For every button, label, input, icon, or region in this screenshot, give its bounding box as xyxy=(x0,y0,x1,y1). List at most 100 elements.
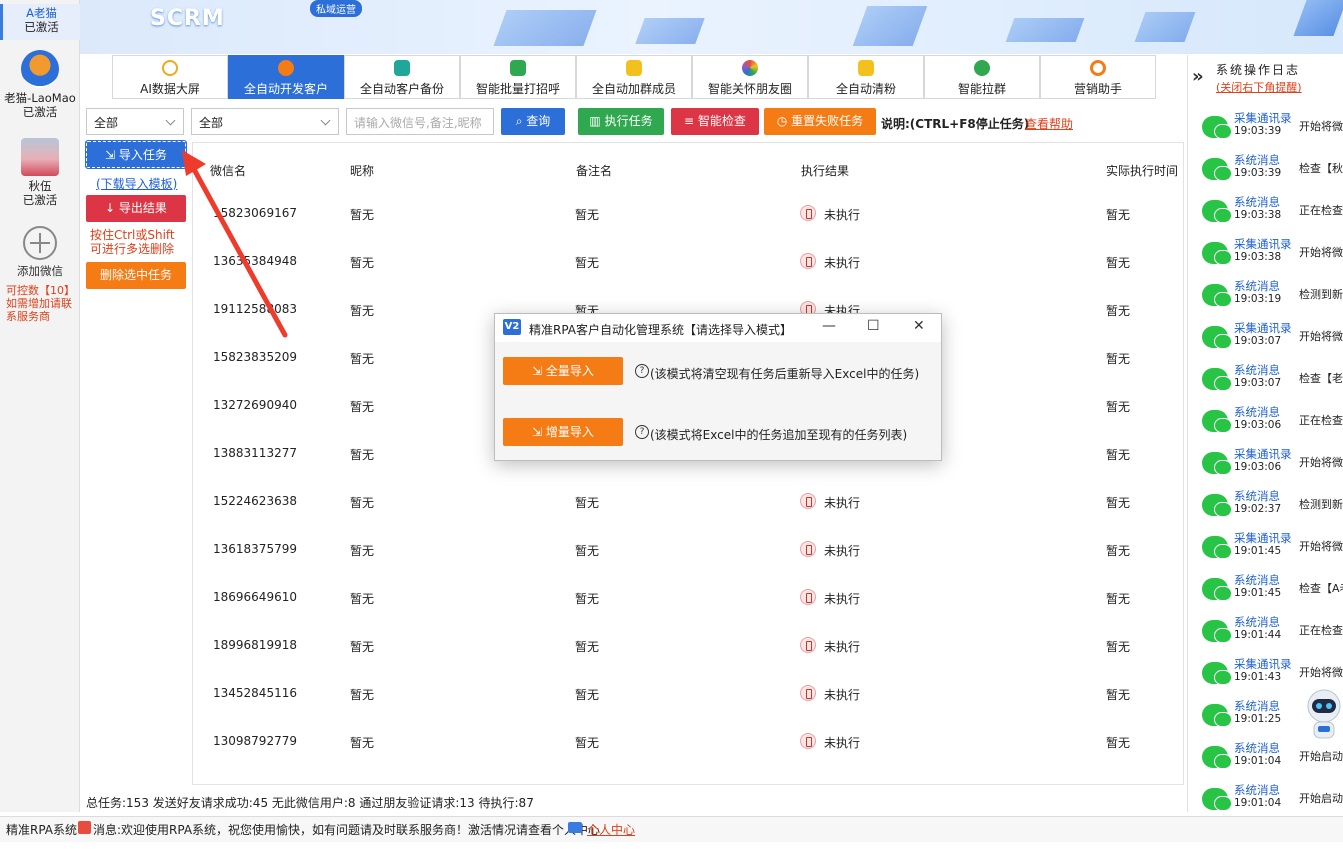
chat-icon xyxy=(510,60,526,76)
group-icon xyxy=(974,60,990,76)
log-time: 19:03:06 xyxy=(1234,461,1282,473)
minimize-icon[interactable]: — xyxy=(822,318,836,334)
table-row[interactable]: 13098792779 暂无 暂无 未执行 暂无 xyxy=(193,733,1183,782)
table-row[interactable]: 13635384948 暂无 暂无 未执行 暂无 xyxy=(193,253,1183,302)
column-header-exec-time[interactable]: 实际执行时间 xyxy=(1106,162,1178,179)
column-header-nickname[interactable]: 昵称 xyxy=(350,162,374,179)
execute-task-button[interactable]: ▥ 执行任务 xyxy=(578,108,664,135)
cell-exec-time: 暂无 xyxy=(1106,256,1131,270)
add-wechat-button[interactable]: 添加微信 xyxy=(0,226,80,278)
query-button[interactable]: ⌕ 查询 xyxy=(501,108,565,135)
export-result-button[interactable]: ↓ 导出结果 xyxy=(86,195,186,222)
log-time: 19:03:06 xyxy=(1234,419,1282,431)
cell-nickname: 暂无 xyxy=(350,640,375,654)
tab-auto-backup[interactable]: 全自动客户备份 xyxy=(344,55,460,99)
log-time: 19:03:38 xyxy=(1234,251,1282,263)
table-row[interactable]: 13618375799 暂无 暂无 未执行 暂无 xyxy=(193,541,1183,590)
log-time: 19:03:39 xyxy=(1234,125,1282,137)
log-item: 系统消息 19:03:19 检测到新 xyxy=(1190,276,1343,318)
cell-wechat-name: 13452845116 xyxy=(213,686,297,700)
account-item-laomao[interactable]: 老猫-LaoMao 已激活 xyxy=(0,50,80,119)
tab-batch-greet[interactable]: 智能批量打招呼 xyxy=(460,55,576,99)
log-type: 系统消息 xyxy=(1234,741,1280,755)
tab-auto-develop-customers[interactable]: 全自动开发客户 xyxy=(228,55,344,99)
tab-smart-pull-group[interactable]: 智能拉群 xyxy=(924,55,1040,99)
smart-check-button[interactable]: ≡ 智能检查 xyxy=(671,108,759,135)
log-text: 检查【A老 xyxy=(1299,582,1343,595)
avatar xyxy=(21,50,59,88)
log-item: 系统消息 19:01:04 开始启动 xyxy=(1190,738,1343,780)
full-import-button[interactable]: ⇲ 全量导入 xyxy=(503,357,623,385)
log-time: 19:03:39 xyxy=(1234,167,1282,179)
wechat-icon xyxy=(1202,242,1232,265)
table-row[interactable]: 18996819918 暂无 暂无 未执行 暂无 xyxy=(193,637,1183,686)
cell-nickname: 暂无 xyxy=(350,496,375,510)
cell-nickname: 暂无 xyxy=(350,736,375,750)
import-icon: ⇲ xyxy=(532,364,546,378)
cell-remark: 暂无 xyxy=(575,544,600,558)
download-template-link[interactable]: (下载导入模板) xyxy=(96,175,177,192)
log-time: 19:03:07 xyxy=(1234,377,1282,389)
cell-exec-time: 暂无 xyxy=(1106,688,1131,702)
search-input[interactable]: 请输入微信号,备注,昵称 xyxy=(346,108,494,135)
dialog-titlebar: V2 精准RPA客户自动化管理系统【请选择导入模式】 — ☐ ✕ xyxy=(495,314,941,342)
table-row[interactable]: 18696649610 暂无 暂无 未执行 暂无 xyxy=(193,589,1183,638)
delete-selected-button[interactable]: 删除选中任务 xyxy=(86,262,186,289)
robot-icon[interactable] xyxy=(1298,686,1342,742)
cell-result: 未执行 xyxy=(824,544,861,558)
filter-select-1[interactable]: 全部 xyxy=(86,108,184,135)
cell-nickname: 暂无 xyxy=(350,208,375,222)
cell-exec-time: 暂无 xyxy=(1106,592,1131,606)
cell-remark: 暂无 xyxy=(575,688,600,702)
wechat-icon xyxy=(1202,746,1232,769)
tab-auto-clean-fans[interactable]: 全自动清粉 xyxy=(808,55,924,99)
log-time: 19:01:04 xyxy=(1234,755,1282,767)
cell-nickname: 暂无 xyxy=(350,352,375,366)
log-time: 19:01:44 xyxy=(1234,629,1282,641)
tab-marketing-assistant[interactable]: 营销助手 xyxy=(1040,55,1156,99)
incremental-import-button[interactable]: ⇲ 增量导入 xyxy=(503,418,623,446)
filter-select-2[interactable]: 全部 xyxy=(191,108,339,135)
import-task-button[interactable]: ⇲ 导入任务 xyxy=(85,140,187,169)
app-logo: V2 xyxy=(503,319,521,335)
dialog-title: 精准RPA客户自动化管理系统【请选择导入模式】 xyxy=(529,323,793,337)
log-text: 正在检查 xyxy=(1299,624,1343,637)
account-status: 已激活 xyxy=(22,105,58,119)
annotation-arrow xyxy=(182,150,288,338)
tab-auto-add-group-members[interactable]: 全自动加群成员 xyxy=(576,55,692,99)
tab-ai-dashboard[interactable]: AI数据大屏 xyxy=(112,55,228,99)
personal-center-link[interactable]: 个人中心 xyxy=(587,821,635,838)
log-text: 开始将微 xyxy=(1299,120,1343,133)
log-item: 系统消息 19:02:37 检测到新 xyxy=(1190,486,1343,528)
add-wechat-label: 添加微信 xyxy=(17,264,63,278)
log-item: 系统消息 19:01:04 开始启动 xyxy=(1190,780,1343,822)
cell-wechat-name: 13883113277 xyxy=(213,446,297,460)
close-reminder-link[interactable]: (关闭右下角提醒) xyxy=(1216,79,1302,95)
table-row[interactable]: 15823069167 暂无 暂无 未执行 暂无 xyxy=(193,205,1183,254)
log-item: 采集通讯录 19:03:39 开始将微 xyxy=(1190,108,1343,150)
column-header-remark[interactable]: 备注名 xyxy=(576,162,612,179)
cell-nickname: 暂无 xyxy=(350,448,375,462)
maximize-icon[interactable]: ☐ xyxy=(867,318,880,334)
column-header-result[interactable]: 执行结果 xyxy=(801,162,849,179)
log-time: 19:01:43 xyxy=(1234,671,1282,683)
tab-moments-care[interactable]: 智能关怀朋友圈 xyxy=(692,55,808,99)
wechat-icon xyxy=(1202,494,1232,517)
wechat-icon xyxy=(1202,620,1232,643)
wechat-icon xyxy=(1202,116,1232,139)
collapse-arrow-icon[interactable]: » xyxy=(1192,66,1204,87)
table-row[interactable]: 15224623638 暂无 暂无 未执行 暂无 xyxy=(193,493,1183,542)
close-icon[interactable]: ✕ xyxy=(913,318,925,334)
log-item: 系统消息 19:03:07 检查【老 xyxy=(1190,360,1343,402)
wechat-icon xyxy=(1202,368,1232,391)
reset-failed-button[interactable]: ◷ 重置失败任务 xyxy=(764,108,876,135)
wechat-icon xyxy=(1202,662,1232,685)
banner-tag: 私域运营 xyxy=(310,0,362,17)
account-item-a-laomao[interactable]: A老猫 已激活 xyxy=(0,4,80,40)
incremental-import-description: (该模式将Excel中的任务追加至现有的任务列表) xyxy=(650,428,908,442)
log-text: 检测到新 xyxy=(1299,288,1343,301)
help-link[interactable]: 查看帮助 xyxy=(1025,115,1073,132)
table-row[interactable]: 13452845116 暂无 暂无 未执行 暂无 xyxy=(193,685,1183,734)
account-item-qiuwu[interactable]: 秋伍 已激活 xyxy=(0,138,80,207)
log-item: 系统消息 19:03:39 检查【秋 xyxy=(1190,150,1343,192)
